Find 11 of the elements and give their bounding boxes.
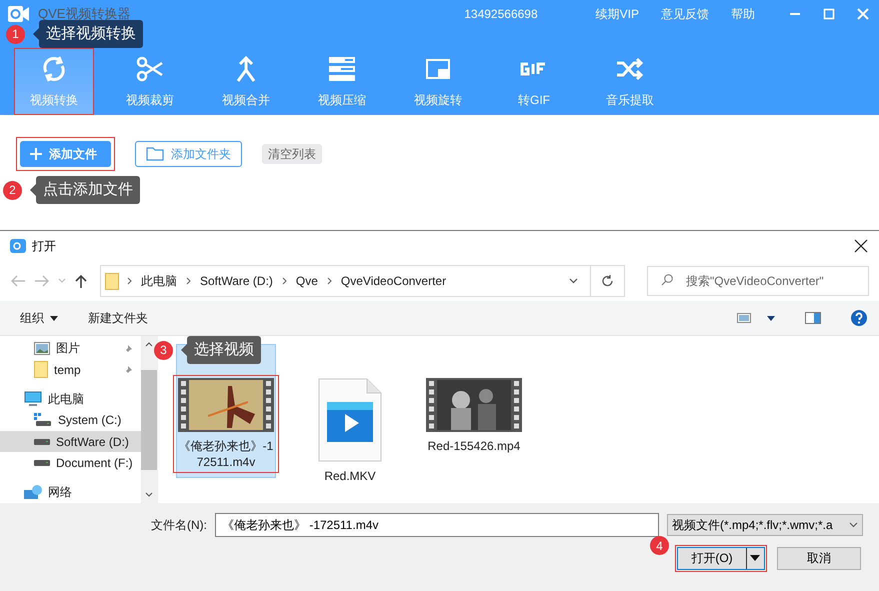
filename-label: 文件名(N): <box>151 516 207 534</box>
callout-tooltip: 点击添加文件 <box>36 176 140 204</box>
app-title: QVE视频转换器 <box>38 7 130 21</box>
callout-tooltip: 选择视频 <box>187 336 261 364</box>
dialog-title: 打开 <box>32 238 56 254</box>
file-name: Red-155426.mp4 <box>426 438 522 454</box>
file-name: 《俺老孙来也》-172511.m4v <box>178 438 274 470</box>
account-phone: 13492566698 <box>464 7 538 21</box>
step-number: 2 <box>3 180 22 200</box>
callout-tooltip: 选择视频转换 <box>39 20 143 48</box>
file-name: Red.MKV <box>323 468 377 484</box>
